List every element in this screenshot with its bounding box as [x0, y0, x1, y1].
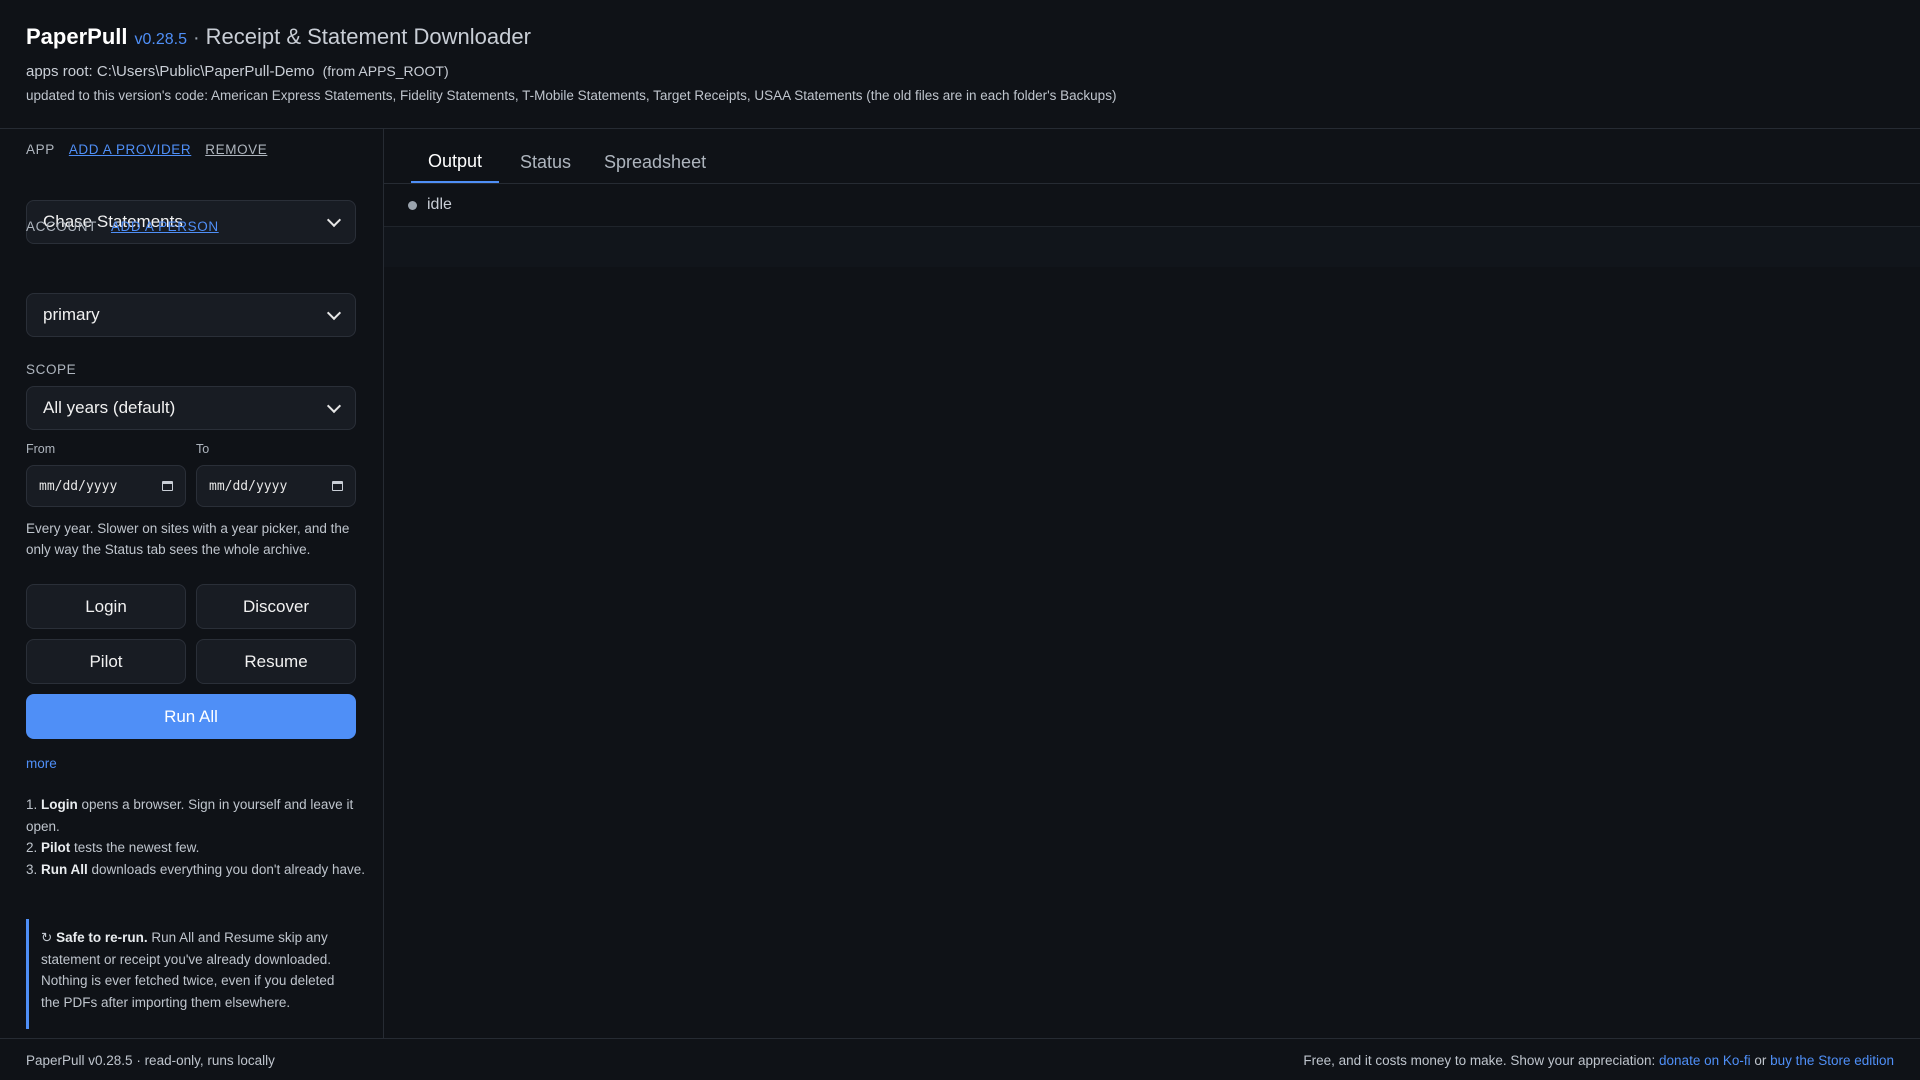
- chevron-down-icon: [326, 398, 342, 413]
- tab-spreadsheet[interactable]: Spreadsheet: [604, 141, 706, 183]
- app-footer: PaperPull v0.28.5 · read-only, runs loca…: [0, 1038, 1920, 1080]
- add-provider-link[interactable]: ADD A PROVIDER: [69, 142, 191, 157]
- main-panel: Output Status Spreadsheet idle: [384, 129, 1920, 1038]
- steps-list: 1. Login opens a browser. Sign in yourse…: [26, 794, 366, 880]
- step-number: 3.: [26, 861, 38, 877]
- footer-or-text: or: [1754, 1053, 1767, 1068]
- refresh-icon: ↻: [41, 930, 53, 945]
- tab-output[interactable]: Output: [411, 141, 499, 183]
- to-date-placeholder: mm/dd/yyyy: [209, 478, 288, 494]
- app-brand: PaperPull: [26, 24, 128, 49]
- footer-left-text: PaperPull v0.28.5 · read-only, runs loca…: [26, 1053, 275, 1068]
- to-date-input[interactable]: mm/dd/yyyy: [196, 465, 356, 507]
- from-label: From: [26, 442, 56, 456]
- account-label: ACCOUNT: [26, 219, 97, 234]
- app-subtitle: Receipt & Statement Downloader: [205, 24, 531, 49]
- apps-root-line: apps root: C:\Users\Public\PaperPull-Dem…: [26, 63, 449, 80]
- rerun-callout: ↻ Safe to re-run. Run All and Resume ski…: [26, 919, 356, 1029]
- chevron-down-icon: [326, 305, 342, 320]
- kofi-link[interactable]: donate on Ko-fi: [1659, 1053, 1751, 1068]
- from-date-input[interactable]: mm/dd/yyyy: [26, 465, 186, 507]
- remove-provider-link[interactable]: REMOVE: [205, 142, 267, 157]
- updated-notice: updated to this version's code: American…: [26, 88, 1117, 103]
- tab-status[interactable]: Status: [520, 141, 571, 183]
- resume-button[interactable]: Resume: [196, 639, 356, 684]
- sidebar: APP ADD A PROVIDER REMOVE Chase Statemen…: [0, 129, 384, 1038]
- title-separator: ·: [192, 27, 200, 49]
- run-status-bar: idle: [384, 184, 1920, 227]
- step-keyword: Pilot: [41, 840, 71, 855]
- calendar-icon[interactable]: [162, 481, 173, 491]
- app-version: v0.28.5: [134, 31, 187, 48]
- tab-bar: Output Status Spreadsheet: [384, 129, 1920, 184]
- app-header: PaperPull v0.28.5 · Receipt & Statement …: [0, 0, 1920, 129]
- scope-label: SCOPE: [26, 362, 77, 377]
- calendar-icon[interactable]: [332, 481, 343, 491]
- scope-select[interactable]: All years (default): [26, 386, 356, 430]
- pilot-button[interactable]: Pilot: [26, 639, 186, 684]
- footer-appreciation-text: Free, and it costs money to make. Show y…: [1303, 1053, 1656, 1068]
- apps-root-path: apps root: C:\Users\Public\PaperPull-Dem…: [26, 63, 315, 80]
- from-date-placeholder: mm/dd/yyyy: [39, 478, 118, 494]
- add-person-link[interactable]: ADD A PERSON: [111, 219, 219, 234]
- app-label-row: APP ADD A PROVIDER REMOVE: [26, 142, 267, 157]
- step-item: 3. Run All downloads everything you don'…: [26, 859, 366, 881]
- footer-right: Free, and it costs money to make. Show y…: [1303, 1053, 1894, 1068]
- account-label-row: ACCOUNT ADD A PERSON: [26, 219, 219, 234]
- discover-button[interactable]: Discover: [196, 584, 356, 629]
- store-edition-link[interactable]: buy the Store edition: [1770, 1053, 1894, 1068]
- step-text: tests the newest few.: [70, 840, 200, 855]
- login-button[interactable]: Login: [26, 584, 186, 629]
- step-item: 2. Pilot tests the newest few.: [26, 837, 366, 859]
- step-keyword: Login: [41, 797, 78, 812]
- step-keyword: Run All: [41, 861, 88, 877]
- run-all-button[interactable]: Run All: [26, 694, 356, 739]
- scope-label-row: SCOPE: [26, 362, 76, 377]
- scope-select-value: All years (default): [43, 398, 176, 417]
- apps-root-source: (from APPS_ROOT): [322, 63, 449, 79]
- account-select[interactable]: primary: [26, 293, 356, 337]
- account-select-value: primary: [43, 305, 100, 324]
- step-text: downloads everything you don't already h…: [87, 861, 366, 877]
- status-dot-icon: [408, 200, 417, 210]
- callout-title: Safe to re-run.: [56, 930, 148, 945]
- step-item: 1. Login opens a browser. Sign in yourse…: [26, 794, 366, 837]
- step-number: 2.: [26, 840, 38, 855]
- app-label: APP: [26, 142, 55, 157]
- more-link[interactable]: more: [26, 756, 57, 771]
- scope-note: Every year. Slower on sites with a year …: [26, 521, 350, 557]
- step-number: 1.: [26, 797, 38, 812]
- chevron-down-icon: [326, 212, 342, 227]
- run-status-text: idle: [427, 196, 452, 213]
- output-log-area: [384, 227, 1920, 267]
- to-label: To: [196, 442, 210, 456]
- title-row: PaperPull v0.28.5 · Receipt & Statement …: [26, 24, 531, 50]
